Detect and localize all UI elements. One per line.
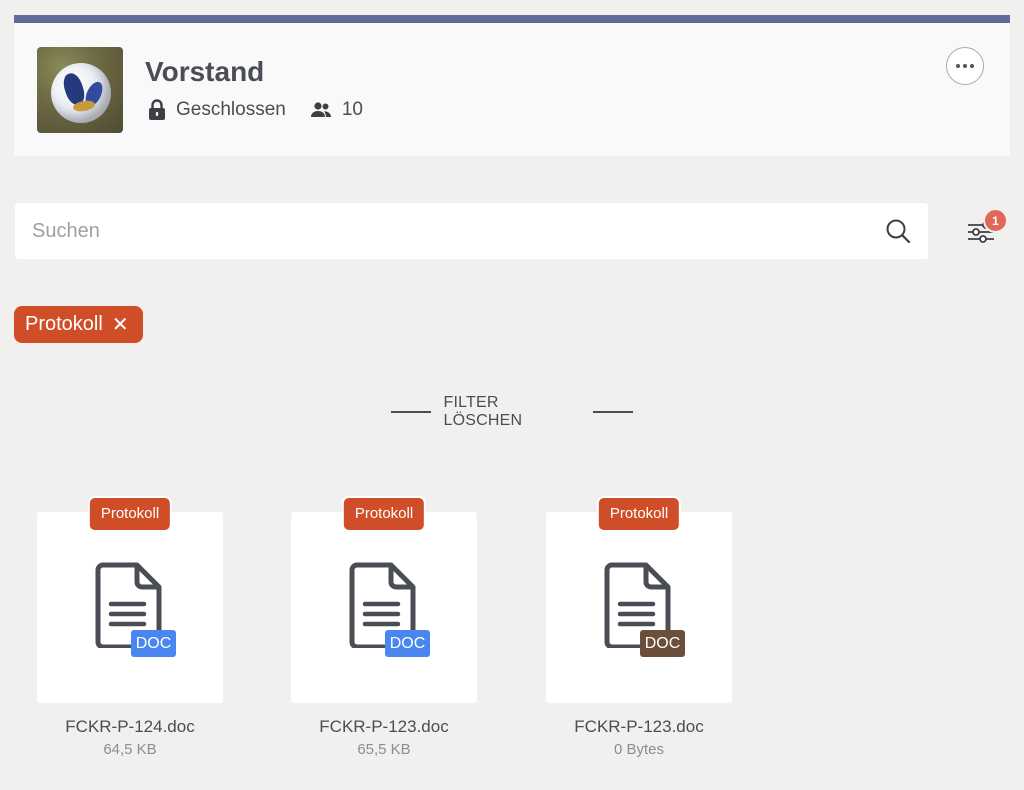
search-icon[interactable] <box>885 218 911 249</box>
file-size: 65,5 KB <box>357 741 411 758</box>
group-avatar[interactable] <box>37 47 123 133</box>
file-name[interactable]: FCKR-P-123.doc <box>546 717 732 737</box>
member-count: 10 <box>341 99 363 120</box>
file-tag: Protokoll <box>87 496 173 532</box>
file-size: 64,5 KB <box>103 741 157 758</box>
clear-filter-label: FILTER LÖSCHEN <box>443 394 523 429</box>
file-card[interactable]: Protokoll DOC <box>546 496 732 703</box>
close-icon[interactable]: ✕ <box>112 315 129 335</box>
file-tag: Protokoll <box>341 496 427 532</box>
file-type-badge: DOC <box>640 630 685 657</box>
members-icon <box>310 102 332 118</box>
clear-filter-button[interactable]: FILTER LÖSCHEN <box>391 394 633 429</box>
group-title: Vorstand <box>145 56 265 87</box>
file-name[interactable]: FCKR-P-124.doc <box>37 717 223 737</box>
lock-icon <box>148 99 166 121</box>
group-header: Vorstand Geschlossen 10 <box>14 23 1010 156</box>
search-input[interactable] <box>15 203 875 259</box>
football-image <box>51 63 111 123</box>
file-size: 0 Bytes <box>613 741 665 758</box>
file-card[interactable]: Protokoll DOC <box>37 496 223 703</box>
chip-label: Protokoll <box>25 313 103 335</box>
search-bar <box>15 203 928 259</box>
more-options-button[interactable] <box>946 47 984 85</box>
active-filter-chip[interactable]: Protokoll ✕ <box>14 306 143 343</box>
ellipsis-icon <box>956 64 960 68</box>
accent-bar <box>14 15 1010 23</box>
privacy-label: Geschlossen <box>176 99 286 120</box>
file-name[interactable]: FCKR-P-123.doc <box>291 717 477 737</box>
divider <box>593 411 633 413</box>
file-type-badge: DOC <box>385 630 430 657</box>
divider <box>391 411 431 413</box>
file-tag: Protokoll <box>596 496 682 532</box>
file-card[interactable]: Protokoll DOC <box>291 496 477 703</box>
filter-count-badge: 1 <box>983 208 1008 233</box>
group-meta: Geschlossen 10 <box>148 99 363 121</box>
file-type-badge: DOC <box>131 630 176 657</box>
